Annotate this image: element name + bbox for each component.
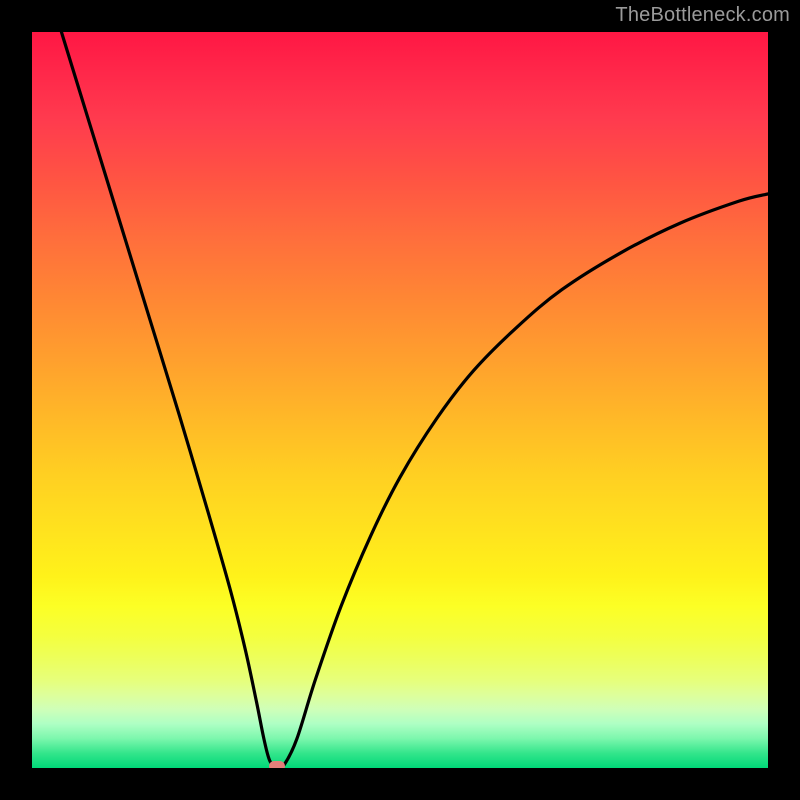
chart-frame: TheBottleneck.com [0,0,800,800]
watermark-text: TheBottleneck.com [615,4,790,27]
curve-layer [32,32,768,768]
plot-area [32,32,768,768]
bottleneck-curve [61,32,768,768]
minimum-marker [269,761,285,768]
